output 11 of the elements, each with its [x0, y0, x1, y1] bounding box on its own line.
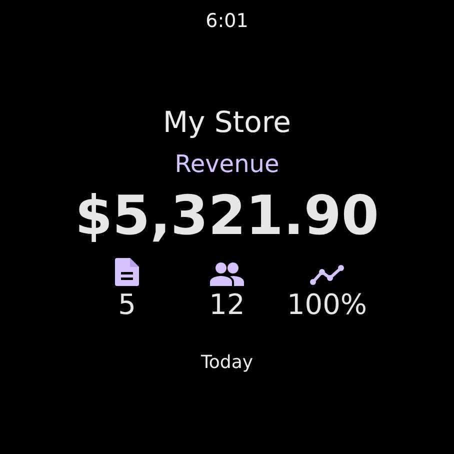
- trend-line-icon: [310, 264, 344, 286]
- stat-value: 5: [118, 288, 136, 322]
- document-icon: [114, 258, 140, 286]
- stat-value: 100%: [286, 288, 368, 322]
- period-label: Today: [200, 352, 254, 374]
- stat-value: 12: [209, 288, 245, 322]
- store-name: My Store: [162, 105, 292, 139]
- status-time: 6:01: [206, 9, 248, 33]
- revenue-amount: $5,321.90: [74, 184, 380, 248]
- people-icon: [210, 262, 244, 286]
- metric-label: Revenue: [174, 150, 280, 178]
